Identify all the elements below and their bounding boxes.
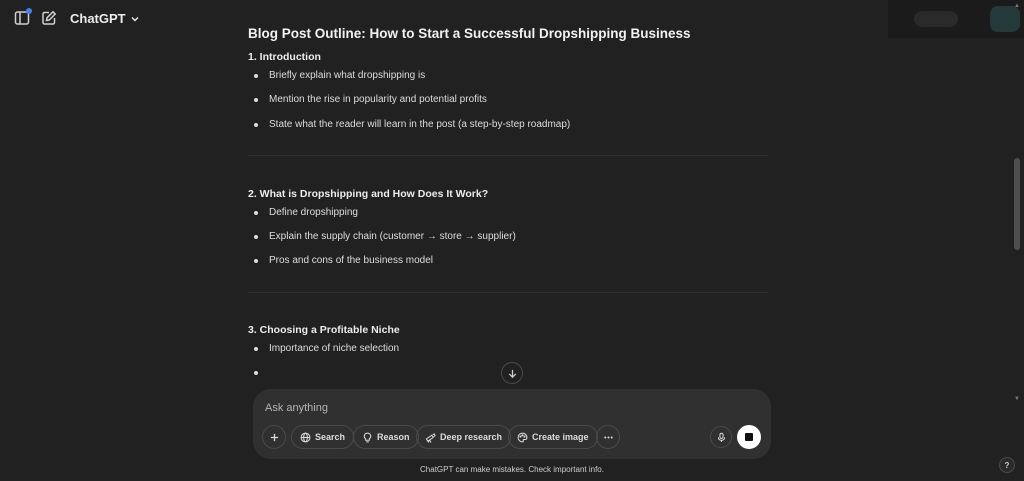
section-heading: 2. What is Dropshipping and How Does It …: [248, 187, 489, 200]
list-item: Explain the supply chain (customer → sto…: [248, 230, 768, 254]
bullet-list: Briefly explain what dropshipping is Men…: [248, 69, 768, 142]
new-chat-icon[interactable]: [41, 10, 57, 26]
plus-icon: [270, 433, 278, 441]
telescope-icon: [425, 432, 436, 443]
stop-generating-button[interactable]: [737, 425, 761, 449]
section-heading: 3. Choosing a Profitable Niche: [248, 323, 400, 336]
bullet-list: Define dropshipping Explain the supply c…: [248, 206, 768, 279]
outline-title: Blog Post Outline: How to Start a Succes…: [248, 26, 691, 41]
arrow-down-icon: [508, 369, 516, 378]
share-button[interactable]: [914, 11, 958, 27]
disclaimer: ChatGPT can make mistakes. Check importa…: [420, 465, 604, 474]
help-button[interactable]: ?: [999, 457, 1015, 473]
deep-research-label: Deep research: [440, 432, 503, 442]
stop-icon: [745, 433, 753, 441]
scroll-up-arrow[interactable]: ▲: [1013, 3, 1021, 9]
model-name: ChatGPT: [70, 11, 126, 26]
assistant-message: Blog Post Outline: How to Start a Succes…: [248, 24, 768, 390]
ellipsis-icon: [603, 435, 613, 439]
list-item: State what the reader will learn in the …: [248, 118, 768, 142]
deep-research-button[interactable]: Deep research: [416, 425, 512, 449]
chevron-down-icon: [131, 16, 139, 21]
more-tools-button[interactable]: [596, 425, 620, 449]
add-attachment-button[interactable]: [262, 425, 286, 449]
account-button[interactable]: [990, 6, 1020, 32]
microphone-icon: [717, 432, 725, 442]
section-heading: 1. Introduction: [248, 51, 321, 63]
palette-icon: [517, 432, 528, 442]
search-button[interactable]: Search: [291, 425, 355, 449]
notification-dot: [26, 8, 32, 14]
model-selector[interactable]: ChatGPT: [70, 11, 140, 26]
list-item: Briefly explain what dropshipping is: [248, 69, 768, 93]
prompt-input[interactable]: [265, 399, 705, 417]
scroll-down-arrow[interactable]: ▼: [1013, 396, 1021, 402]
list-item: Define dropshipping: [248, 206, 768, 230]
create-image-button[interactable]: Create image: [508, 425, 598, 449]
list-item: Mention the rise in popularity and poten…: [248, 93, 768, 117]
search-label: Search: [315, 432, 346, 442]
sidebar-toggle-icon[interactable]: [14, 8, 32, 26]
top-right-actions: [888, 0, 1024, 38]
scroll-to-bottom-button[interactable]: [501, 362, 523, 384]
lightbulb-icon: [363, 432, 372, 442]
globe-icon: [300, 432, 311, 442]
voice-input-button[interactable]: [710, 426, 732, 448]
reason-label: Reason: [377, 432, 410, 442]
scrollbar-thumb[interactable]: [1014, 158, 1020, 250]
create-image-label: Create image: [532, 432, 589, 442]
composer: Search Reason Deep research Create image: [253, 389, 771, 459]
list-item: Pros and cons of the business model: [248, 254, 768, 278]
reason-button[interactable]: Reason: [353, 425, 419, 449]
